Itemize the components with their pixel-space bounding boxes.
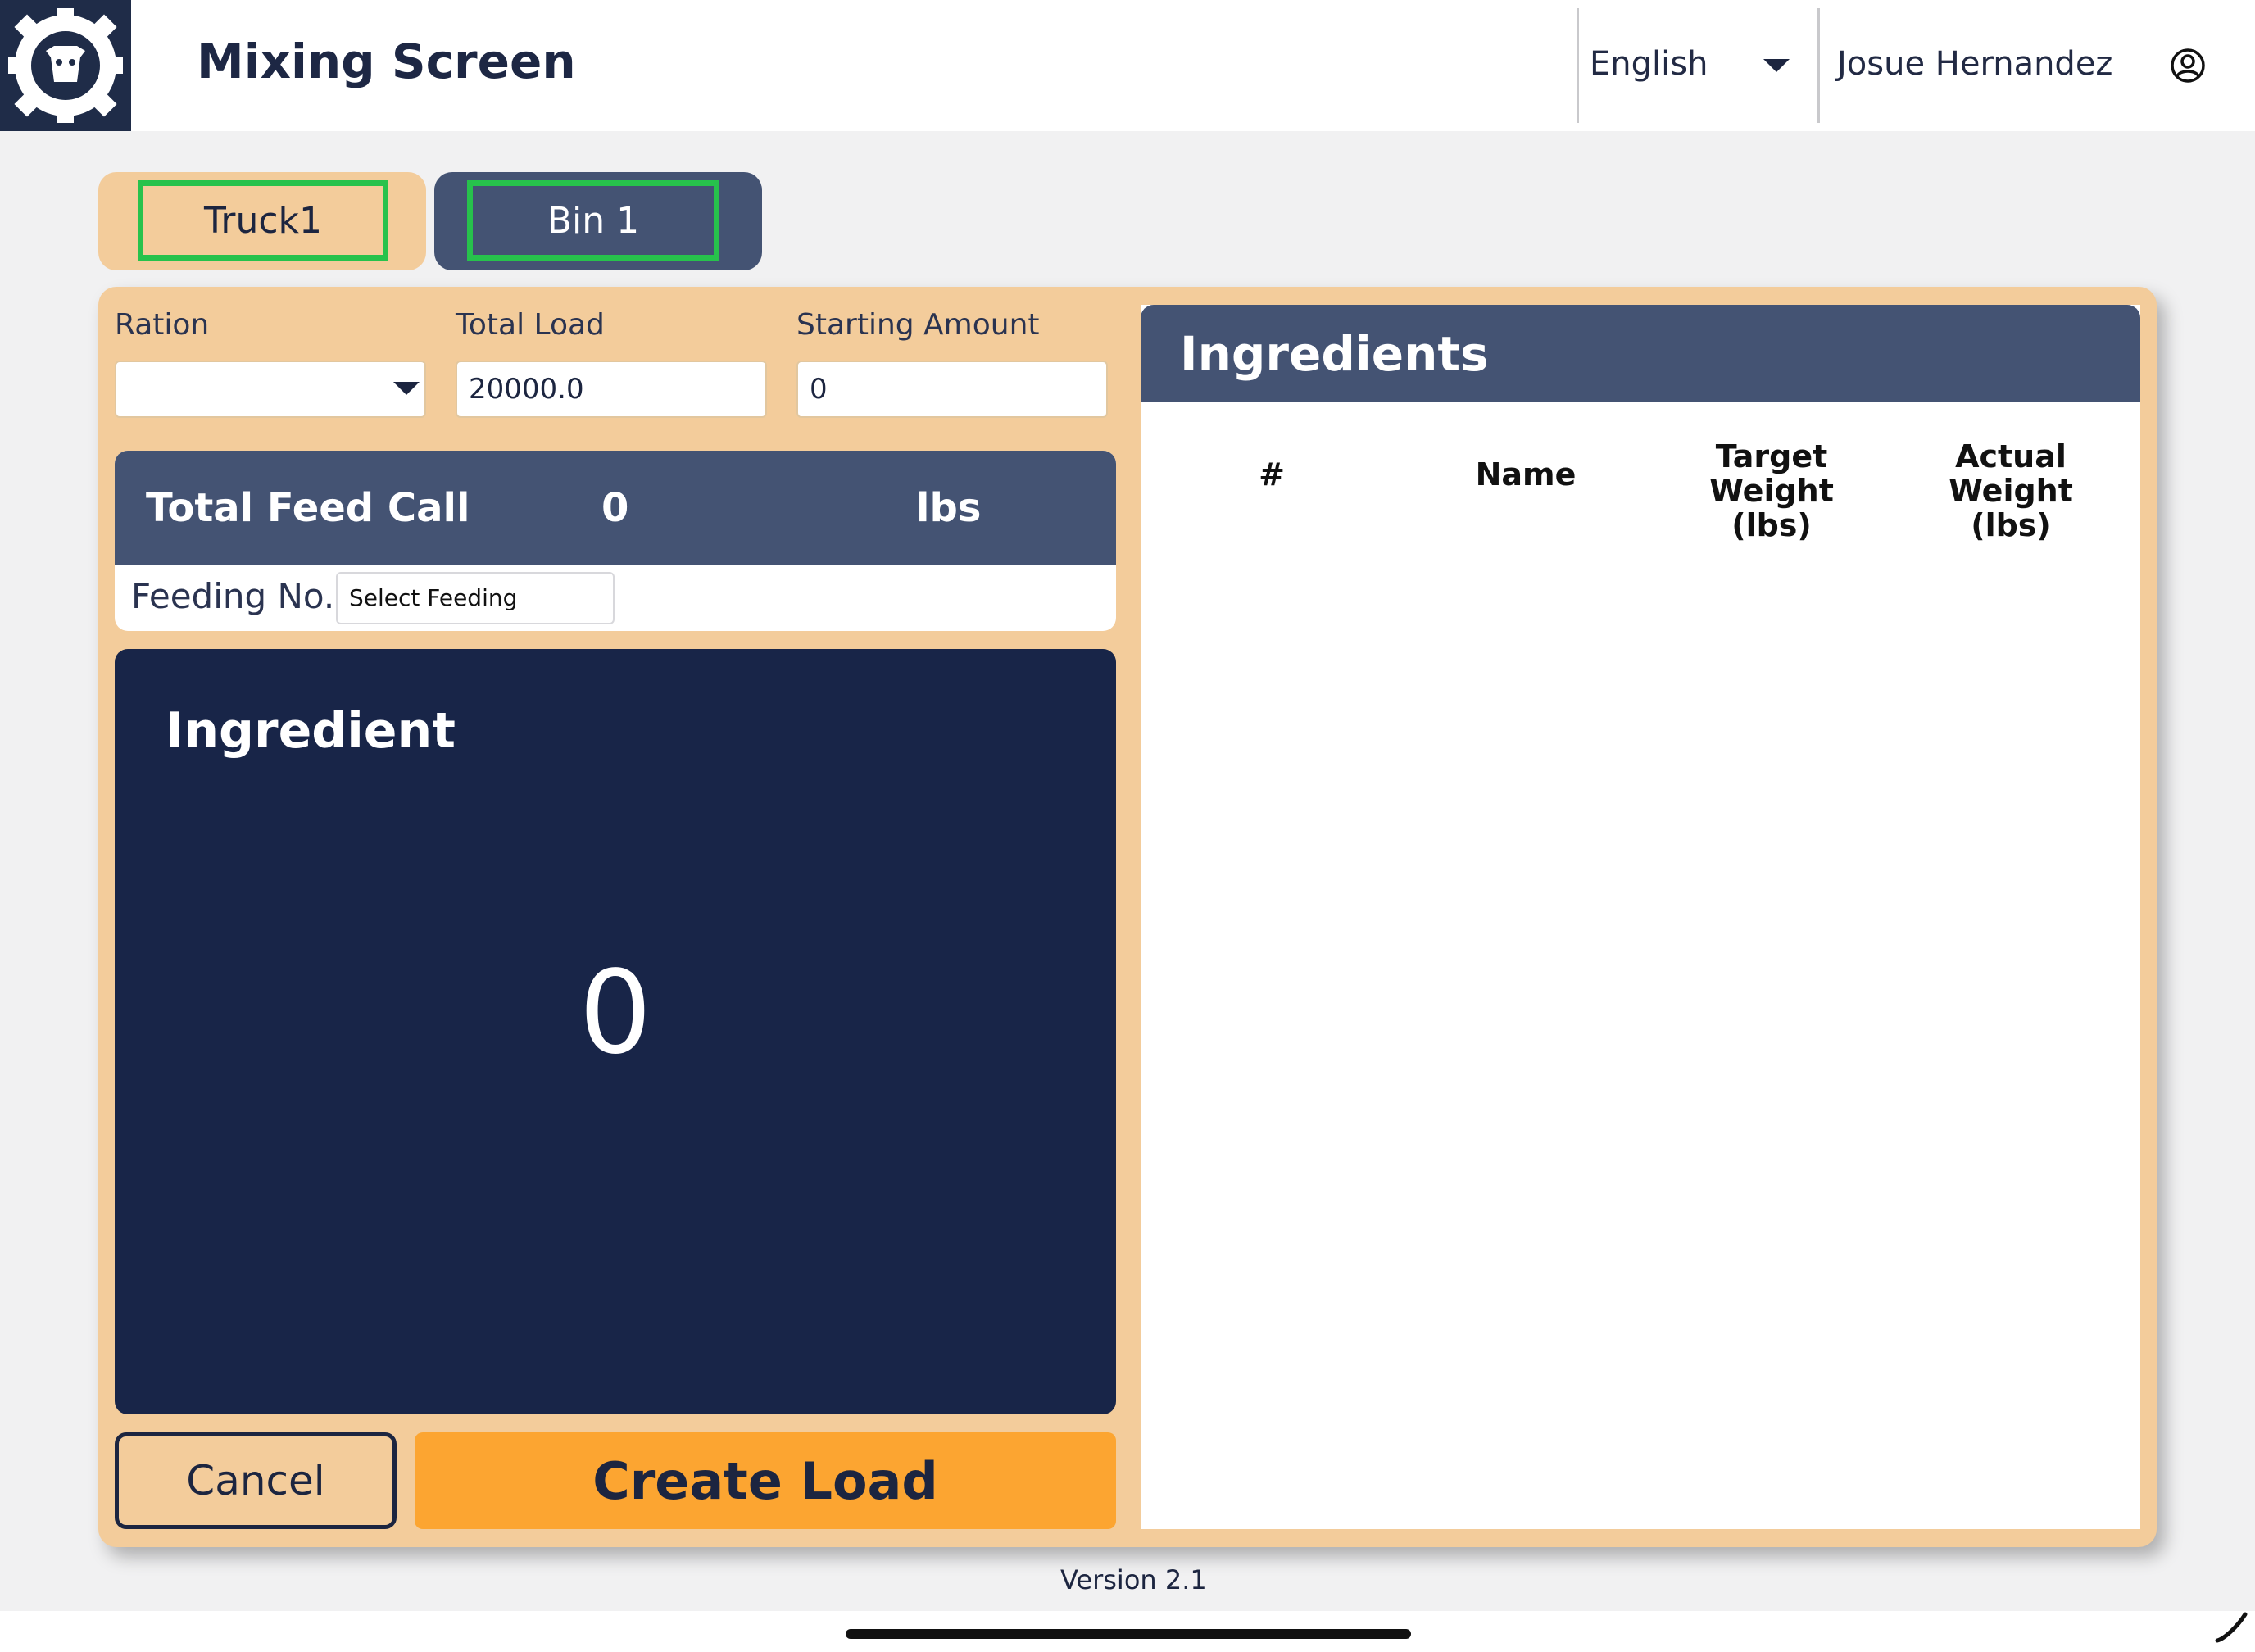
column-header-actual-weight: Actual Weight (lbs) bbox=[1949, 438, 2073, 543]
language-select[interactable]: English bbox=[1590, 39, 1708, 88]
create-load-button[interactable]: Create Load bbox=[415, 1432, 1116, 1529]
user-name[interactable]: Josue Hernandez bbox=[1837, 39, 2112, 88]
tab-bin[interactable]: Bin 1 bbox=[434, 172, 762, 270]
feed-call-label: Total Feed Call bbox=[146, 485, 470, 531]
ingredient-display: Ingredient 0 bbox=[115, 649, 1116, 1414]
ration-label: Ration bbox=[115, 308, 210, 342]
feed-call-value: 0 bbox=[601, 485, 629, 531]
tab-bin-label[interactable]: Bin 1 bbox=[467, 180, 719, 261]
feeding-select[interactable]: Select Feeding bbox=[336, 572, 615, 624]
ration-select[interactable] bbox=[115, 361, 426, 418]
user-account-icon[interactable] bbox=[2170, 48, 2206, 84]
starting-amount-input[interactable]: 0 bbox=[796, 361, 1108, 418]
pencil-icon bbox=[2215, 1612, 2248, 1643]
gear-logo-icon bbox=[8, 8, 123, 123]
tab-truck-label[interactable]: Truck1 bbox=[138, 180, 388, 261]
chevron-down-icon[interactable] bbox=[1763, 59, 1790, 72]
top-bar: Mixing Screen English Josue Hernandez bbox=[0, 0, 2255, 131]
app-logo[interactable] bbox=[0, 0, 131, 131]
feed-call-card: Total Feed Call 0 lbs Feeding No. Select… bbox=[115, 451, 1116, 631]
tab-truck[interactable]: Truck1 bbox=[98, 172, 426, 270]
ingredients-table: Ingredients # Name Target Weight (lbs) A… bbox=[1141, 305, 2140, 1529]
cancel-button[interactable]: Cancel bbox=[115, 1432, 397, 1529]
header-divider bbox=[1577, 8, 1579, 123]
header-divider bbox=[1817, 8, 1820, 123]
starting-amount-label: Starting Amount bbox=[796, 308, 1040, 342]
feed-call-unit: lbs bbox=[916, 485, 982, 531]
column-header-target-weight: Target Weight (lbs) bbox=[1709, 438, 1834, 543]
page-title: Mixing Screen bbox=[197, 34, 576, 89]
column-header-number: # bbox=[1259, 456, 1285, 492]
feed-call-header: Total Feed Call 0 lbs bbox=[115, 451, 1116, 565]
column-header-name: Name bbox=[1475, 456, 1577, 492]
total-load-label: Total Load bbox=[456, 308, 605, 342]
total-load-input[interactable]: 20000.0 bbox=[456, 361, 767, 418]
ingredients-title: Ingredients bbox=[1180, 326, 1489, 382]
version-label: Version 2.1 bbox=[1060, 1564, 1207, 1595]
ingredients-header: Ingredients bbox=[1141, 305, 2140, 402]
ingredient-weight-value: 0 bbox=[578, 946, 652, 1080]
chevron-down-icon[interactable] bbox=[393, 382, 420, 395]
ingredient-title: Ingredient bbox=[166, 702, 456, 760]
feeding-number-label: Feeding No. bbox=[131, 576, 335, 616]
home-indicator[interactable] bbox=[846, 1629, 1411, 1639]
